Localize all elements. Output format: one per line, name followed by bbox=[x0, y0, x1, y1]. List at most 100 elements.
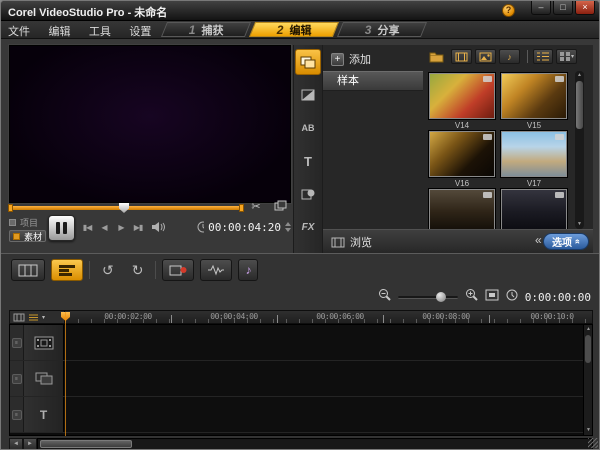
collapse-library-button[interactable]: « bbox=[535, 233, 542, 247]
track-options-icon[interactable]: ≡ bbox=[12, 338, 22, 348]
nav-media-button[interactable] bbox=[295, 49, 321, 75]
menu-edit[interactable]: 编辑 bbox=[41, 21, 77, 41]
zoom-slider-handle[interactable] bbox=[436, 292, 446, 302]
timeline-view-button[interactable] bbox=[51, 259, 83, 281]
video-track-lane[interactable] bbox=[64, 325, 592, 360]
help-icon[interactable]: ? bbox=[502, 4, 515, 17]
redo-button[interactable]: ↻ bbox=[126, 259, 150, 281]
library-thumbnail[interactable]: V14 bbox=[429, 73, 495, 130]
options-button[interactable]: 选项 « bbox=[543, 233, 589, 250]
trim-start-handle[interactable] bbox=[8, 204, 13, 212]
track-options-icon[interactable]: ≡ bbox=[12, 374, 22, 384]
seek-bar[interactable] bbox=[9, 206, 243, 210]
ruler-scale[interactable]: 00:00:02:00 00:00:04:00 00:00:06:00 00:0… bbox=[65, 311, 592, 323]
video-track-toggle[interactable]: ≡ bbox=[10, 325, 24, 360]
scrollbar-thumb[interactable] bbox=[576, 81, 583, 129]
zoom-slider[interactable] bbox=[398, 296, 458, 299]
thumbnail-image[interactable] bbox=[501, 131, 567, 177]
menu-tools[interactable]: 工具 bbox=[82, 21, 118, 41]
filter-video-button[interactable] bbox=[451, 49, 472, 64]
scroll-up-icon[interactable]: ▲ bbox=[575, 71, 584, 80]
thumbnail-view-button[interactable]: ▾ bbox=[556, 49, 577, 64]
tab-capture[interactable]: 1捕获 bbox=[161, 22, 251, 37]
split-clip-button[interactable]: ✂ bbox=[247, 200, 265, 215]
project-mode-button[interactable]: 项目 bbox=[9, 216, 38, 228]
overlay-track-header[interactable] bbox=[24, 361, 64, 396]
scrollbar-thumb[interactable] bbox=[585, 335, 591, 363]
playhead-marker[interactable] bbox=[119, 203, 129, 213]
overlay-track[interactable]: ≡ bbox=[10, 361, 592, 397]
nav-transition-button[interactable] bbox=[295, 82, 321, 108]
timecode-spinner[interactable] bbox=[285, 222, 291, 232]
close-button[interactable]: × bbox=[575, 1, 595, 15]
nav-graphic-button[interactable] bbox=[295, 181, 321, 207]
project-duration-button[interactable] bbox=[506, 288, 518, 306]
timeline-ruler[interactable]: ▾ 00:00:02:00 00:00:04:00 00:00:06:00 00… bbox=[9, 310, 593, 324]
nav-title-button[interactable]: AB bbox=[295, 115, 321, 141]
go-to-end-button[interactable]: ▶▮ bbox=[131, 220, 145, 236]
minimize-button[interactable]: – bbox=[531, 1, 551, 15]
timeline-playhead-line[interactable] bbox=[65, 312, 66, 436]
title-track-header[interactable]: T bbox=[24, 397, 64, 432]
hscrollbar-track[interactable] bbox=[37, 438, 593, 450]
library-scrollbar[interactable]: ▲ ▼ bbox=[575, 71, 584, 229]
video-track[interactable]: ≡ bbox=[10, 325, 592, 361]
fit-project-button[interactable] bbox=[485, 288, 499, 306]
undo-button[interactable]: ↺ bbox=[96, 259, 120, 281]
import-media-button[interactable] bbox=[429, 50, 444, 68]
track-options-icon[interactable]: ≡ bbox=[12, 410, 22, 420]
menu-file[interactable]: 文件 bbox=[1, 21, 37, 41]
title-track[interactable]: ≡ T bbox=[10, 397, 592, 433]
scroll-left-icon[interactable]: ◄ bbox=[9, 438, 23, 450]
resize-grip[interactable] bbox=[588, 438, 598, 448]
pause-button[interactable] bbox=[48, 215, 75, 241]
volume-button[interactable] bbox=[151, 220, 166, 238]
next-frame-button[interactable]: ▶ bbox=[114, 220, 128, 236]
library-thumbnail[interactable]: V16 bbox=[429, 131, 495, 188]
scroll-right-icon[interactable]: ► bbox=[23, 438, 37, 450]
trim-end-handle[interactable] bbox=[239, 204, 244, 212]
zoom-out-button[interactable] bbox=[378, 288, 391, 306]
enlarge-preview-button[interactable] bbox=[272, 200, 290, 215]
thumbnail-image[interactable] bbox=[429, 73, 495, 119]
nav-subtitle-button[interactable]: T bbox=[295, 148, 321, 174]
overlay-track-toggle[interactable]: ≡ bbox=[10, 361, 24, 396]
tab-edit[interactable]: 2编辑 bbox=[249, 22, 339, 37]
thumbnail-image[interactable] bbox=[429, 131, 495, 177]
library-thumbnail[interactable]: V15 bbox=[501, 73, 567, 130]
scroll-down-icon[interactable]: ▼ bbox=[584, 426, 593, 435]
title-track-toggle[interactable]: ≡ bbox=[10, 397, 24, 432]
previous-frame-button[interactable]: ◀ bbox=[97, 220, 111, 236]
nav-filter-button[interactable]: FX bbox=[295, 214, 321, 240]
timecode-value[interactable]: 00:00:04:20 bbox=[208, 221, 281, 234]
go-to-start-button[interactable]: ▮◀ bbox=[80, 220, 94, 236]
list-view-button[interactable] bbox=[533, 49, 553, 64]
track-manager[interactable]: ▾ bbox=[10, 311, 65, 323]
video-track-header[interactable] bbox=[24, 325, 64, 360]
auto-music-button[interactable]: ♪ bbox=[238, 259, 258, 281]
add-folder-button[interactable]: + 添加 bbox=[331, 51, 371, 67]
ruler-label: 00:00:10:0 bbox=[530, 312, 573, 321]
hscrollbar-thumb[interactable] bbox=[40, 440, 132, 448]
timeline-hscrollbar[interactable]: ◄ ► bbox=[9, 438, 593, 450]
tracks-scrollbar[interactable]: ▲ ▼ bbox=[583, 325, 592, 435]
sound-mixer-button[interactable] bbox=[200, 259, 232, 281]
menu-settings[interactable]: 设置 bbox=[122, 21, 158, 41]
scroll-down-icon[interactable]: ▼ bbox=[575, 220, 584, 229]
title-track-lane[interactable] bbox=[64, 397, 592, 432]
clip-mode-button[interactable]: 素材 bbox=[9, 230, 46, 242]
overlay-track-lane[interactable] bbox=[64, 361, 592, 396]
library-thumbnail[interactable]: V17 bbox=[501, 131, 567, 188]
record-capture-button[interactable] bbox=[162, 259, 194, 281]
zoom-in-button[interactable] bbox=[465, 288, 478, 306]
filter-audio-button[interactable]: ♪ bbox=[499, 49, 520, 64]
filter-photo-button[interactable] bbox=[475, 49, 496, 64]
browse-button[interactable]: 浏览 bbox=[331, 234, 372, 250]
thumbnail-image[interactable] bbox=[501, 73, 567, 119]
maximize-button[interactable]: □ bbox=[553, 1, 573, 15]
video-preview[interactable] bbox=[9, 45, 291, 203]
scroll-up-icon[interactable]: ▲ bbox=[584, 325, 593, 334]
storyboard-view-button[interactable] bbox=[11, 259, 45, 281]
tab-share[interactable]: 3分享 bbox=[337, 22, 427, 37]
library-folder-sample[interactable]: 样本 bbox=[323, 71, 423, 91]
